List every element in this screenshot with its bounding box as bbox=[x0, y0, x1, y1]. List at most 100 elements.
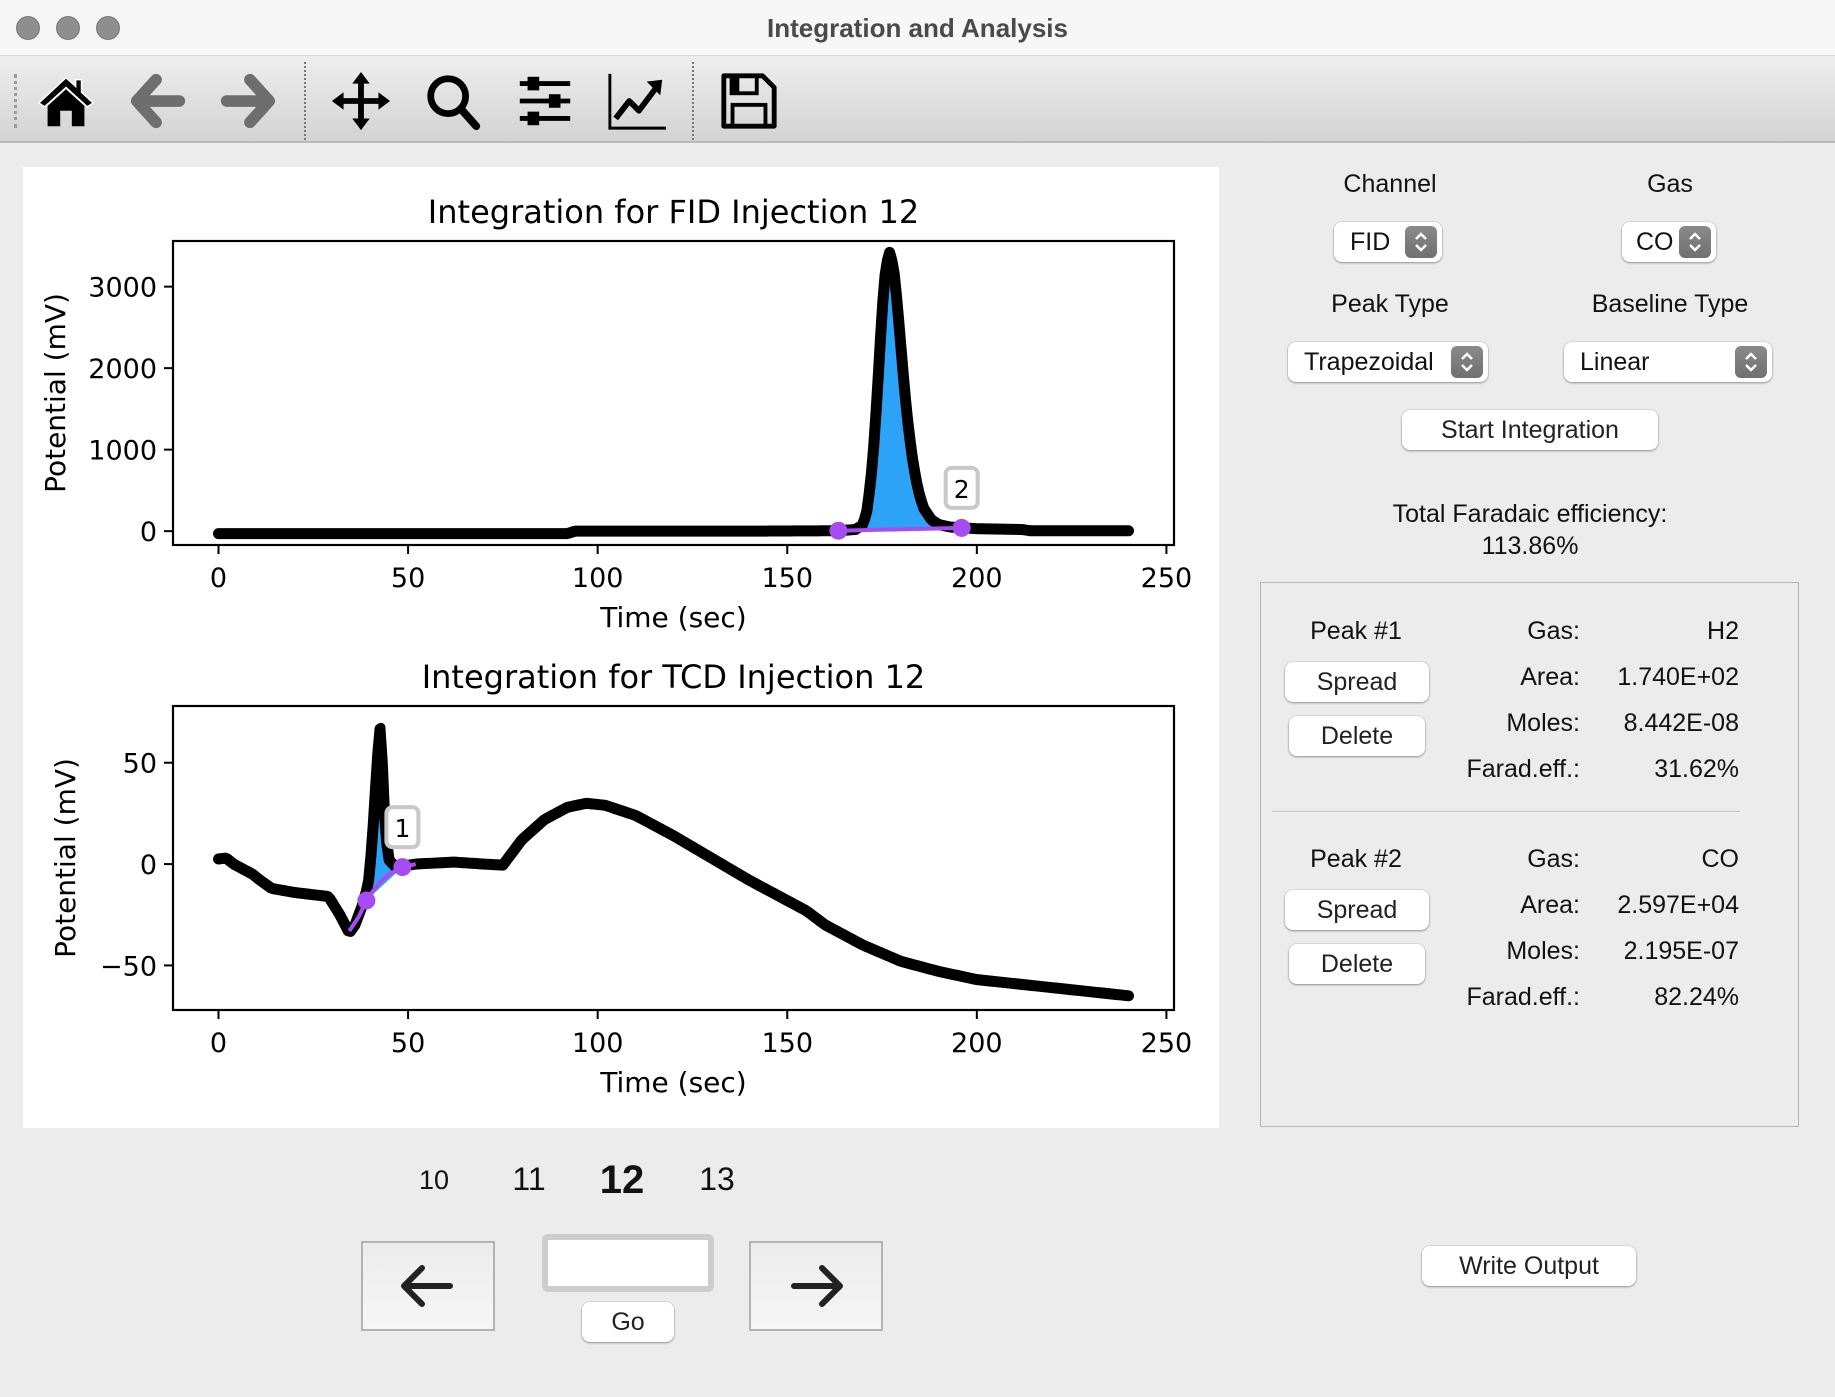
channel-value: FID bbox=[1350, 227, 1391, 256]
toolbar-grip[interactable] bbox=[14, 74, 17, 128]
peak-label: 1 bbox=[394, 814, 410, 843]
baseline-handle[interactable] bbox=[393, 858, 412, 877]
baseline-type-select[interactable]: Linear bbox=[1564, 342, 1772, 382]
data-point bbox=[376, 722, 386, 732]
peak-1-area-value: 1.740E+02 bbox=[1617, 663, 1739, 691]
previous-injection-button[interactable] bbox=[361, 1241, 495, 1331]
sliders-icon bbox=[519, 76, 571, 126]
peak-2-gas-label: Gas: bbox=[1527, 845, 1580, 873]
baseline-line bbox=[838, 525, 962, 533]
data-point bbox=[899, 376, 909, 386]
updown-chevron-icon bbox=[1451, 346, 1483, 378]
y-axis-label: Potential (mV) bbox=[39, 293, 72, 493]
magnifier-icon bbox=[427, 75, 481, 131]
data-point bbox=[897, 352, 907, 362]
peak-1-moles-label: Moles: bbox=[1506, 709, 1580, 737]
injection-link-10[interactable]: 10 bbox=[399, 1165, 469, 1196]
y-tick-label: 0 bbox=[140, 850, 157, 881]
plots-svg[interactable]: Integration for FID Injection 120 50 100 15… bbox=[23, 167, 1219, 1128]
peak-divider bbox=[1272, 811, 1740, 813]
y-tick-label: 2000 bbox=[88, 354, 157, 385]
peak-2-moles-value: 2.195E-07 bbox=[1623, 937, 1739, 965]
arrow-right-icon bbox=[220, 73, 276, 129]
axes-frame bbox=[171, 239, 1176, 547]
next-injection-button[interactable] bbox=[749, 1241, 883, 1331]
plot-canvas[interactable]: Integration for FID Injection 12 0 50 100 15… bbox=[23, 167, 1219, 1128]
write-output-button[interactable]: Write Output bbox=[1422, 1246, 1636, 1286]
data-point bbox=[364, 871, 374, 881]
subplots-button[interactable] bbox=[512, 68, 578, 134]
start-integration-button[interactable]: Start Integration bbox=[1402, 410, 1658, 450]
chart-line-icon bbox=[608, 73, 667, 130]
peak-2-moles-label: Moles: bbox=[1506, 937, 1580, 965]
baseline-handle[interactable] bbox=[952, 518, 971, 537]
gas-select[interactable]: CO bbox=[1622, 222, 1716, 262]
y-tick-label: 1000 bbox=[88, 436, 157, 467]
data-point bbox=[362, 883, 372, 893]
data-point bbox=[913, 485, 923, 495]
floppy-disk-icon bbox=[721, 73, 777, 129]
gas-label: Gas bbox=[1647, 170, 1693, 198]
chart-title: Integration for TCD Injection 12 bbox=[422, 658, 926, 696]
x-tick-label: 200 bbox=[951, 1028, 1003, 1059]
peak-2-area-label: Area: bbox=[1520, 891, 1580, 919]
x-tick-label: 150 bbox=[761, 563, 813, 594]
data-point bbox=[374, 731, 384, 741]
x-tick-label: 100 bbox=[572, 563, 624, 594]
peak-1-gas-value: H2 bbox=[1707, 617, 1739, 645]
back-button[interactable] bbox=[125, 68, 191, 134]
peak-2-area-value: 2.597E+04 bbox=[1617, 891, 1739, 919]
x-axis-label: Time (sec) bbox=[599, 601, 746, 634]
x-tick-label: 0 bbox=[210, 563, 227, 594]
x-tick-label: 150 bbox=[761, 1028, 813, 1059]
baseline-handle[interactable] bbox=[829, 521, 848, 540]
x-tick-label: 250 bbox=[1141, 1028, 1193, 1059]
home-button[interactable] bbox=[33, 68, 99, 134]
arrow-right-icon bbox=[791, 1265, 843, 1307]
data-point bbox=[868, 455, 878, 465]
data-point bbox=[891, 281, 901, 291]
data-point bbox=[859, 515, 869, 525]
peak-2-gas-value: CO bbox=[1701, 845, 1740, 873]
gas-value: CO bbox=[1636, 227, 1674, 256]
navigation-toolbar bbox=[0, 56, 1835, 143]
injection-current: 12 bbox=[599, 1158, 645, 1202]
x-tick-label: 250 bbox=[1141, 563, 1193, 594]
x-tick-label: 200 bbox=[951, 563, 1003, 594]
channel-select[interactable]: FID bbox=[1334, 222, 1442, 262]
chart-title: Integration for FID Injection 12 bbox=[428, 193, 919, 231]
baseline-handle[interactable] bbox=[357, 891, 376, 910]
data-point bbox=[909, 464, 919, 474]
forward-button[interactable] bbox=[215, 68, 281, 134]
signal-trace bbox=[213, 723, 1134, 1002]
data-point bbox=[886, 254, 896, 264]
peak-type-select[interactable]: Trapezoidal bbox=[1288, 342, 1488, 382]
peak-type-label: Peak Type bbox=[1331, 290, 1449, 318]
goto-injection-input[interactable] bbox=[542, 1234, 714, 1292]
data-point bbox=[371, 778, 381, 788]
y-tick-label: −50 bbox=[100, 951, 157, 982]
arrow-left-icon bbox=[130, 73, 186, 129]
x-tick-label: 50 bbox=[391, 1028, 425, 1059]
data-point bbox=[901, 399, 911, 409]
channel-label: Channel bbox=[1343, 170, 1437, 198]
injection-link-11[interactable]: 11 bbox=[494, 1161, 564, 1198]
pan-button[interactable] bbox=[328, 68, 394, 134]
zoom-button[interactable] bbox=[420, 68, 486, 134]
move-icon bbox=[331, 71, 391, 131]
injection-link-13[interactable]: 13 bbox=[682, 1161, 752, 1198]
x-tick-label: 0 bbox=[210, 1028, 227, 1059]
axes-button[interactable] bbox=[604, 68, 670, 134]
data-point bbox=[369, 805, 379, 815]
updown-chevron-icon bbox=[1679, 226, 1711, 258]
home-icon bbox=[37, 76, 95, 127]
peak-2-fe-value: 82.24% bbox=[1654, 983, 1739, 1011]
save-button[interactable] bbox=[716, 68, 782, 134]
total-fe-label: Total Faradaic efficiency: bbox=[1392, 500, 1668, 528]
data-point bbox=[870, 429, 880, 439]
go-button[interactable]: Go bbox=[582, 1302, 674, 1342]
axes-frame bbox=[171, 704, 1176, 1012]
peak-label: 2 bbox=[954, 475, 970, 504]
data-point bbox=[878, 295, 888, 305]
data-point bbox=[861, 508, 871, 518]
